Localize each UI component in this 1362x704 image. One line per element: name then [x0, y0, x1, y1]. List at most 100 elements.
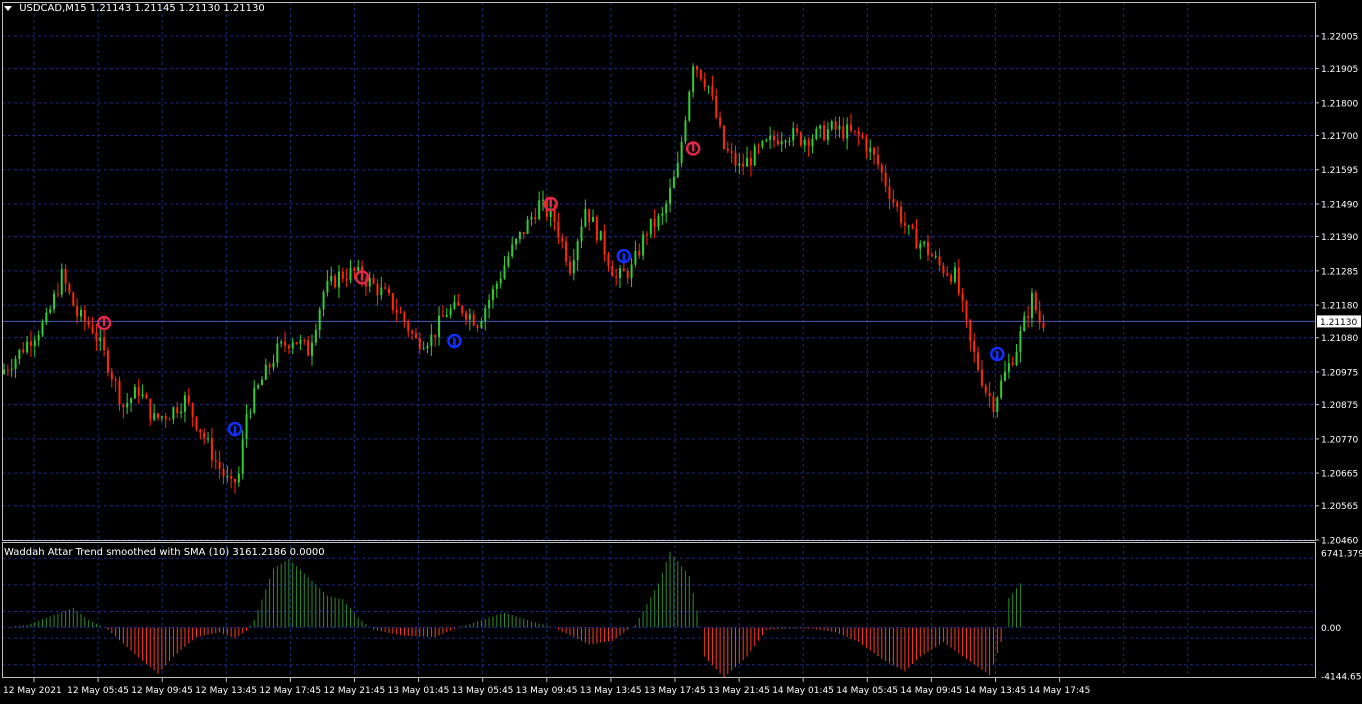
- candle-body: [588, 209, 591, 222]
- candle-body: [953, 267, 956, 282]
- price-label: 1.21285: [1321, 267, 1358, 277]
- candle-body: [642, 234, 645, 256]
- candle-body: [726, 148, 729, 151]
- candle-body: [60, 268, 63, 295]
- candle-body: [980, 369, 983, 386]
- candle-body: [538, 200, 541, 220]
- candle-body: [434, 334, 437, 338]
- candle-body: [480, 321, 483, 328]
- candle-body: [130, 398, 133, 403]
- candle-body: [796, 128, 799, 133]
- time-label: 14 May 01:45: [772, 686, 834, 696]
- candle-body: [49, 309, 52, 313]
- candle-body: [357, 266, 360, 271]
- candle-body: [830, 121, 833, 130]
- candle-body: [676, 162, 679, 177]
- candle-body: [857, 130, 860, 136]
- candle-body: [234, 479, 236, 483]
- candle-body: [973, 341, 976, 353]
- candle-body: [977, 352, 980, 370]
- candle-body: [942, 265, 945, 274]
- time-label: 13 May 13:45: [580, 686, 642, 696]
- candle-body: [838, 125, 841, 130]
- price-label: 1.21595: [1321, 166, 1358, 176]
- candle-body: [149, 398, 152, 420]
- candle-body: [969, 319, 972, 342]
- candle-body: [253, 387, 256, 413]
- price-label: 1.20565: [1321, 502, 1358, 512]
- candle-body: [72, 292, 75, 306]
- candle-body: [430, 334, 433, 346]
- candle-body: [715, 95, 718, 118]
- candle-body: [784, 141, 787, 143]
- candle-body: [53, 293, 56, 310]
- candle-body: [37, 335, 40, 341]
- candle-body: [376, 283, 379, 296]
- candle-body: [534, 217, 537, 220]
- candle-body: [707, 86, 710, 88]
- candle-body: [780, 141, 783, 145]
- candle-body: [776, 140, 779, 145]
- candle-body: [264, 364, 267, 380]
- candle-body: [230, 476, 233, 480]
- candle-body: [915, 228, 918, 249]
- candle-body: [661, 213, 664, 216]
- candle-body: [457, 301, 460, 306]
- candle-body: [576, 241, 579, 261]
- candle-body: [380, 287, 383, 296]
- price-axis[interactable]: 1.22005 1.21905 1.21800 1.21700 1.21595 1.214…: [1315, 32, 1362, 683]
- candle-body: [834, 121, 837, 130]
- candle-body: [172, 407, 175, 420]
- candle-body: [507, 256, 510, 266]
- candle-body: [314, 329, 317, 343]
- candle-body: [592, 216, 595, 222]
- candle-body: [1019, 331, 1022, 352]
- candle-body: [299, 339, 302, 345]
- candle-body: [418, 338, 421, 350]
- price-label: 1.21800: [1321, 99, 1358, 109]
- candle-body: [957, 267, 960, 294]
- chart-window[interactable]: 1.22005 1.21905 1.21800 1.21700 1.21595 1.214…: [0, 0, 1362, 700]
- candle-body: [41, 322, 44, 336]
- candle-body: [522, 231, 525, 234]
- candle-body: [603, 230, 606, 255]
- candle-body: [934, 256, 937, 258]
- candle-body: [719, 117, 722, 126]
- time-label: 13 May 21:45: [708, 686, 770, 696]
- time-label: 12 May 17:45: [259, 686, 321, 696]
- chart-menu-triangle-icon[interactable]: [4, 5, 12, 11]
- candle-body: [56, 293, 59, 295]
- chart-frame: [2, 2, 1316, 678]
- candle-body: [14, 358, 17, 369]
- candle-body: [303, 339, 306, 341]
- candle-body: [722, 125, 725, 149]
- chart-header: USDCAD,M15 1.21143 1.21145 1.21130 1.211…: [4, 3, 265, 14]
- price-label: 1.20665: [1321, 470, 1358, 480]
- time-axis[interactable]: 12 May 2021 12 May 05:45 12 May 09:45 12 Ma…: [3, 678, 1090, 696]
- candle-body: [1015, 351, 1018, 365]
- price-label: 1.21490: [1321, 200, 1358, 210]
- candle-body: [137, 386, 140, 397]
- candle-body: [1004, 371, 1006, 381]
- candle-body: [961, 293, 964, 302]
- candle-body: [923, 241, 926, 244]
- candle-body: [888, 186, 891, 199]
- candle-body: [29, 341, 32, 346]
- candle-body: [630, 264, 633, 279]
- candle-body: [938, 256, 941, 266]
- candle-body: [91, 325, 94, 333]
- candle-body: [819, 125, 822, 129]
- candle-body: [226, 476, 229, 478]
- candle-body: [160, 416, 163, 418]
- candle-body: [10, 368, 13, 371]
- candle-body: [734, 153, 737, 166]
- price-label: 1.21390: [1321, 233, 1358, 243]
- chart-canvas[interactable]: 1.22005 1.21905 1.21800 1.21700 1.21595 1.214…: [0, 0, 1362, 700]
- candle-body: [468, 314, 471, 320]
- time-label: 14 May 09:45: [900, 686, 962, 696]
- candle-body: [203, 432, 206, 439]
- indicator-value-label: 0.00: [1321, 624, 1341, 634]
- time-label: 12 May 13:45: [195, 686, 257, 696]
- candle-body: [114, 379, 117, 381]
- candle-body: [318, 309, 321, 330]
